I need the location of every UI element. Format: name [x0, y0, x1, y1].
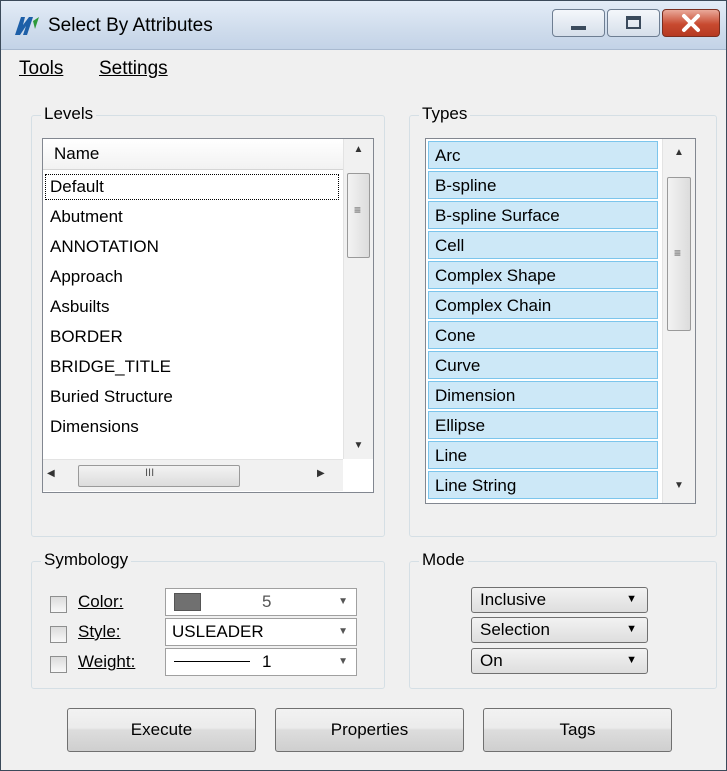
chevron-down-icon: ▼	[626, 623, 637, 635]
symbology-group-label: Symbology	[41, 550, 132, 570]
minimize-icon	[571, 26, 586, 30]
mode-operator-value: Inclusive	[480, 590, 547, 609]
hscroll-grip-icon: III	[145, 467, 155, 479]
style-value: USLEADER	[172, 622, 264, 641]
types-list-item[interactable]: Cell	[428, 231, 658, 259]
types-list-item[interactable]: Curve	[428, 351, 658, 379]
maximize-icon	[626, 16, 641, 29]
levels-column-name: Name	[54, 144, 100, 163]
weight-label-text: Weight:	[78, 652, 136, 671]
menu-bar: Tools Settings	[1, 50, 726, 88]
scroll-down-arrow-icon[interactable]: ▼	[344, 435, 373, 457]
levels-list-item[interactable]: Default	[43, 172, 341, 202]
color-label: Color:	[78, 592, 123, 612]
scroll-left-arrow-icon[interactable]: ◀	[47, 468, 55, 479]
types-list-item[interactable]: Complex Chain	[428, 291, 658, 319]
style-dropdown[interactable]: USLEADER ▼	[165, 618, 357, 646]
types-list-item[interactable]: Ellipse	[428, 411, 658, 439]
levels-list-item[interactable]: BRIDGE_TITLE	[43, 352, 341, 382]
close-icon	[682, 14, 700, 32]
color-checkbox[interactable]	[50, 596, 67, 613]
color-dropdown[interactable]: 5 ▼	[165, 588, 357, 616]
select-by-attributes-window: Select By Attributes Tools Settings Leve…	[0, 0, 727, 771]
color-label-text: Color:	[78, 592, 124, 611]
levels-group-label: Levels	[41, 104, 97, 124]
levels-vscroll-thumb[interactable]: ≡	[347, 173, 370, 258]
properties-button-label: Properties	[330, 720, 409, 739]
chevron-down-icon: ▼	[626, 593, 637, 605]
chevron-down-icon: ▼	[626, 654, 637, 666]
menu-settings-label: Settings	[99, 58, 168, 79]
levels-hscroll-thumb[interactable]: III	[78, 465, 240, 487]
tags-button[interactable]: Tags	[483, 708, 672, 752]
execute-button-label: Execute	[130, 720, 193, 739]
levels-column-header[interactable]: Name	[43, 139, 343, 170]
color-swatch	[174, 593, 201, 611]
style-label-text: Style:	[78, 622, 121, 641]
types-list-item[interactable]: Cone	[428, 321, 658, 349]
levels-hscrollbar[interactable]: ◀ III ▶	[43, 459, 343, 491]
weight-dropdown[interactable]: 1 ▼	[165, 648, 357, 676]
types-vscrollbar[interactable]: ▲ ≡ ▼	[662, 139, 695, 503]
chevron-down-icon: ▼	[338, 656, 348, 667]
properties-button[interactable]: Properties	[275, 708, 464, 752]
types-group-label: Types	[419, 104, 471, 124]
title-bar[interactable]: Select By Attributes	[1, 1, 726, 50]
types-list-item[interactable]: Line String	[428, 471, 658, 499]
levels-list-item[interactable]: ANNOTATION	[43, 232, 341, 262]
scroll-grip-icon: ≡	[354, 203, 362, 217]
style-checkbox[interactable]	[50, 626, 67, 643]
maximize-button[interactable]	[607, 9, 660, 37]
levels-list-item[interactable]: Buried Structure	[43, 382, 341, 412]
window-title: Select By Attributes	[48, 15, 213, 36]
menu-tools-label: Tools	[19, 58, 64, 79]
weight-value: 1	[262, 652, 272, 671]
levels-list-item[interactable]: Asbuilts	[43, 292, 341, 322]
weight-line-sample	[174, 661, 250, 662]
chevron-down-icon: ▼	[338, 626, 348, 637]
microstation-app-icon	[15, 17, 39, 35]
execute-button[interactable]: Execute	[67, 708, 256, 752]
weight-label: Weight:	[78, 652, 135, 672]
types-list-item[interactable]: Complex Shape	[428, 261, 658, 289]
tags-button-label: Tags	[559, 720, 596, 739]
types-vscroll-thumb[interactable]: ≡	[667, 177, 691, 331]
mode-group-label: Mode	[419, 550, 468, 570]
mode-state-value: On	[480, 651, 503, 670]
levels-list-item[interactable]: BORDER	[43, 322, 341, 352]
mode-source-dropdown[interactable]: Selection ▼	[471, 617, 648, 643]
close-button[interactable]	[662, 9, 720, 37]
types-list[interactable]: Arc B-spline B-spline Surface Cell Complex S…	[425, 138, 696, 504]
levels-vscrollbar[interactable]: ▲ ≡ ▼	[343, 139, 373, 459]
weight-checkbox[interactable]	[50, 656, 67, 673]
levels-list-item[interactable]: Abutment	[43, 202, 341, 232]
menu-settings[interactable]: Settings	[99, 58, 168, 80]
types-list-item[interactable]: Arc	[428, 141, 658, 169]
menu-tools[interactable]: Tools	[19, 58, 63, 80]
scroll-up-arrow-icon[interactable]: ▲	[344, 139, 373, 161]
levels-list-item[interactable]: Dimensions	[43, 412, 341, 442]
types-list-item[interactable]: B-spline Surface	[428, 201, 658, 229]
scroll-right-arrow-icon[interactable]: ▶	[317, 468, 325, 479]
levels-list[interactable]: Name Default Abutment ANNOTATION Approach As…	[42, 138, 374, 493]
types-list-item[interactable]: Dimension	[428, 381, 658, 409]
levels-list-item[interactable]: Approach	[43, 262, 341, 292]
mode-operator-dropdown[interactable]: Inclusive ▼	[471, 587, 648, 613]
types-list-item[interactable]: B-spline	[428, 171, 658, 199]
mode-state-dropdown[interactable]: On ▼	[471, 648, 648, 674]
scroll-grip-icon: ≡	[674, 246, 682, 260]
scroll-down-arrow-icon[interactable]: ▼	[663, 475, 695, 497]
color-value: 5	[262, 592, 272, 611]
style-label: Style:	[78, 622, 121, 642]
mode-source-value: Selection	[480, 620, 550, 639]
chevron-down-icon: ▼	[338, 596, 348, 607]
minimize-button[interactable]	[552, 9, 605, 37]
scroll-up-arrow-icon[interactable]: ▲	[663, 142, 695, 164]
types-list-item[interactable]: Line	[428, 441, 658, 469]
